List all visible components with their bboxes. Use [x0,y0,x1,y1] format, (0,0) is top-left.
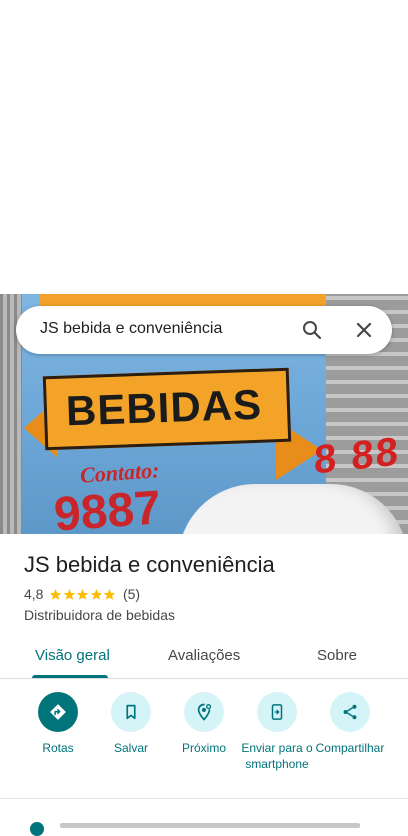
share-button[interactable]: Compartilhar [310,692,390,756]
search-bar[interactable]: JS bebida e conveniência [16,306,392,354]
nearby-label: Próximo [181,741,226,755]
star-icon [90,588,103,600]
info-icon [30,822,44,836]
nearby-icon[interactable] [184,692,224,732]
tab-overview[interactable]: Visão geral [35,647,110,664]
search-icon[interactable] [300,318,324,342]
blank-area [0,0,408,294]
photo-contact-number: 9887 [52,481,163,534]
rating-value: 4,8 [24,586,44,602]
star-icon [50,588,62,600]
share-icon[interactable] [330,692,370,732]
bookmark-icon[interactable] [111,692,151,732]
cut-off-text [60,823,360,828]
star-icon [63,588,76,600]
directions-icon[interactable] [38,692,78,732]
directions-button[interactable]: Rotas [18,692,98,756]
star-rating [49,588,117,601]
send-to-phone-button[interactable]: Enviar para o smartphone [237,692,317,772]
photo-banner-text: BEBIDAS [65,380,263,435]
tab-reviews[interactable]: Avaliações [168,647,240,664]
review-count[interactable]: (5) [123,586,140,602]
nearby-button[interactable]: Próximo [164,692,244,756]
tab-bar: Visão geral Avaliações Sobre [0,636,408,679]
star-icon [77,588,89,600]
send-to-phone-label: Enviar para o smartphone [241,741,313,771]
send-to-phone-icon[interactable] [257,692,297,732]
star-icon [104,588,116,600]
search-query[interactable]: JS bebida e conveniência [40,320,222,338]
section-divider [0,798,408,799]
save-label: Salvar [113,741,148,755]
tab-about[interactable]: Sobre [317,647,357,664]
tab-indicator [32,675,108,678]
directions-label: Rotas [42,741,74,755]
action-bar: Rotas Salvar Próximo Enviar para o smart… [0,692,408,792]
photo-digits: 8 88 [314,429,400,483]
rating-row[interactable]: 4,8 (5) [24,586,140,602]
place-name: JS bebida e conveniência [24,552,275,577]
share-label: Compartilhar [315,741,385,755]
place-category: Distribuidora de bebidas [24,607,175,623]
save-button[interactable]: Salvar [91,692,171,756]
close-icon[interactable] [352,318,376,342]
